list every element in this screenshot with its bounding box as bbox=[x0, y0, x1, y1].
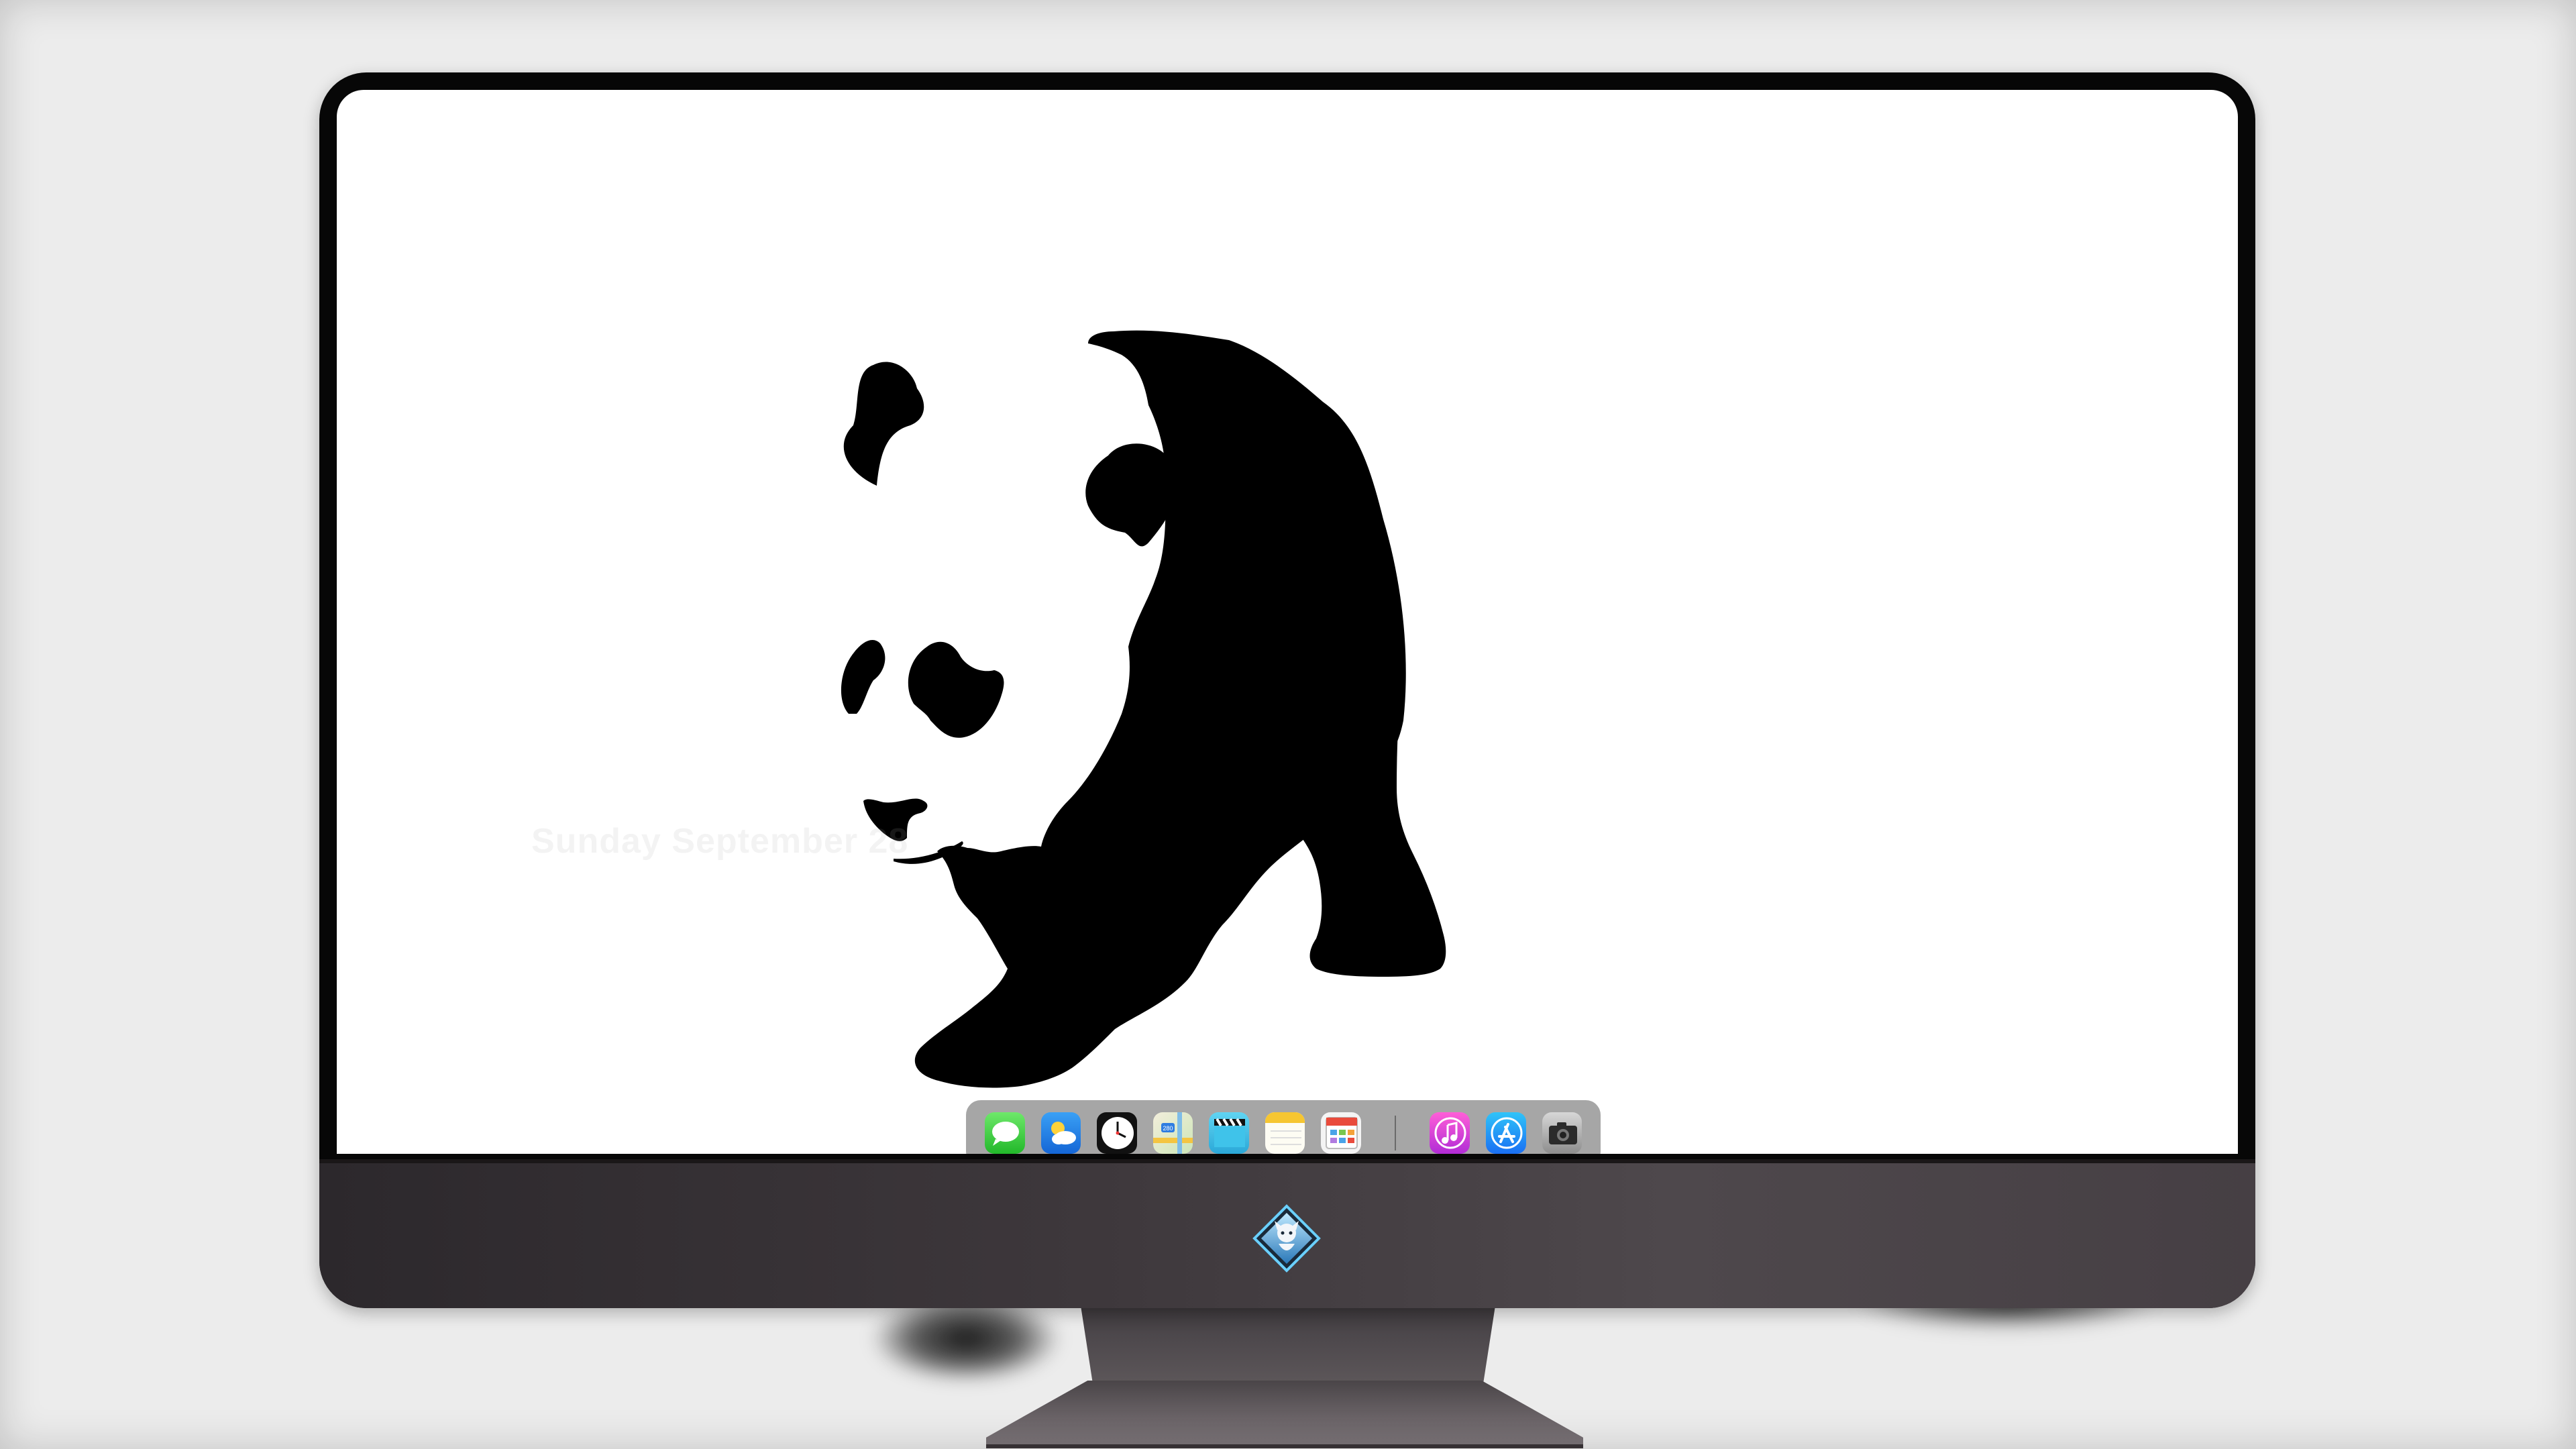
monitor-stand-neck bbox=[1080, 1301, 1496, 1382]
dock-separator bbox=[1394, 1116, 1397, 1150]
maps-icon[interactable]: 280 bbox=[1152, 1112, 1193, 1154]
monitor: Sunday September 28 280 bbox=[319, 72, 2255, 1308]
camera-icon[interactable] bbox=[1542, 1112, 1582, 1154]
dock: 280 bbox=[966, 1100, 1601, 1154]
calendar-icon[interactable] bbox=[1321, 1112, 1361, 1154]
svg-text:280: 280 bbox=[1163, 1125, 1173, 1132]
date-widget: Sunday September 28 bbox=[531, 821, 908, 876]
panda-wallpaper bbox=[841, 330, 1446, 1088]
messages-icon[interactable] bbox=[985, 1112, 1025, 1154]
desktop-screen[interactable]: Sunday September 28 280 bbox=[337, 90, 2238, 1154]
app-store-icon[interactable] bbox=[1486, 1112, 1526, 1154]
date-text: Sunday September 28 bbox=[531, 822, 909, 861]
videos-icon[interactable] bbox=[1209, 1112, 1249, 1154]
weather-icon[interactable] bbox=[1040, 1112, 1081, 1154]
music-icon[interactable] bbox=[1430, 1112, 1470, 1154]
monitor-stand-foot bbox=[986, 1381, 1583, 1448]
clock-icon[interactable] bbox=[1097, 1112, 1137, 1154]
brand-logo-icon bbox=[1252, 1204, 1321, 1273]
notes-icon[interactable] bbox=[1265, 1112, 1305, 1154]
